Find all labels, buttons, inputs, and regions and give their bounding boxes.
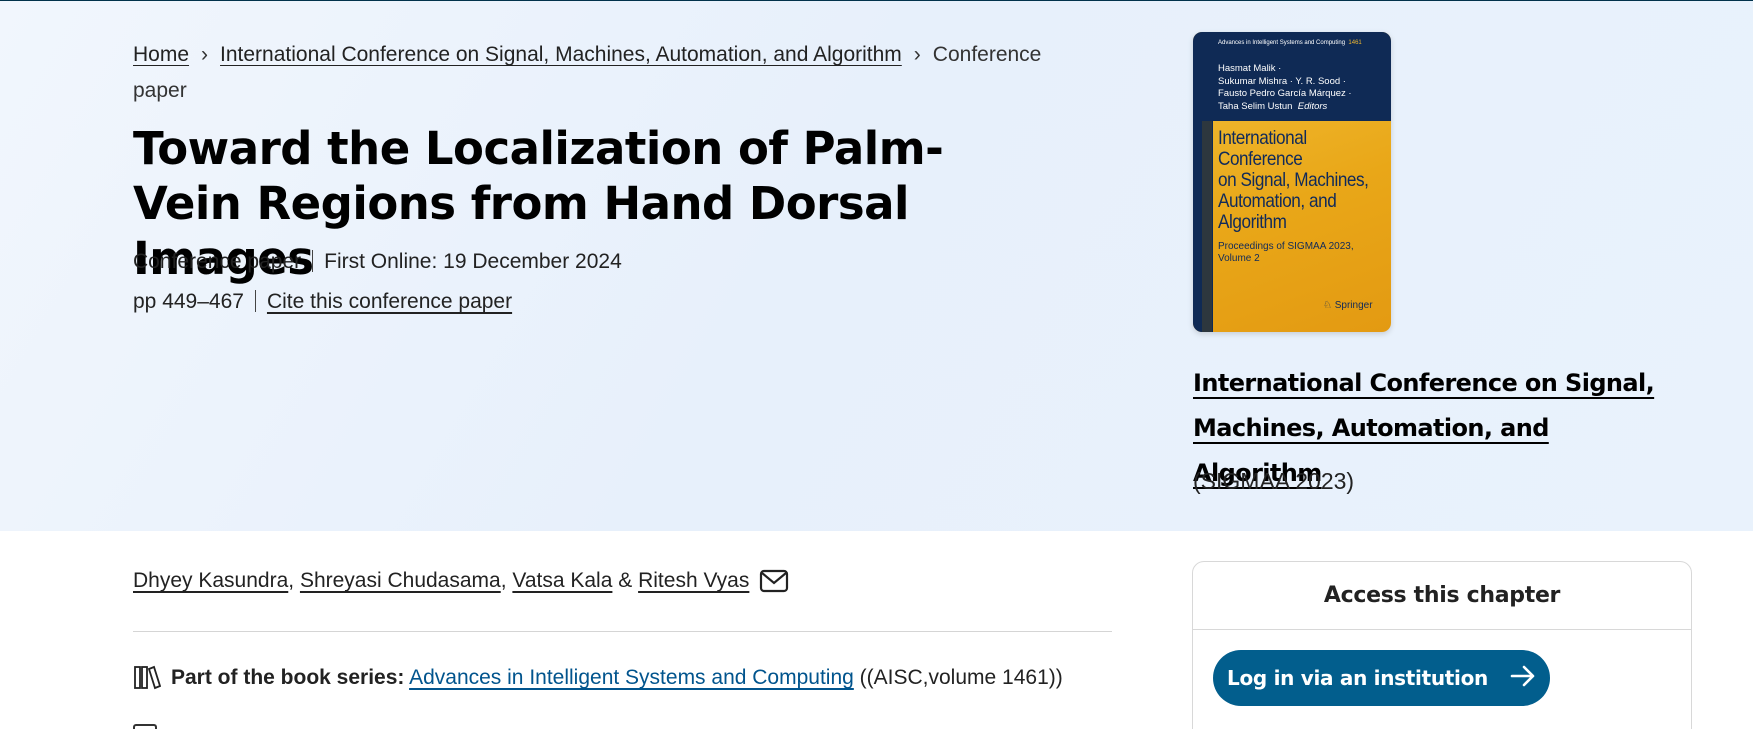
author-separator: , (288, 569, 300, 592)
cover-title: International Conference on Signal, Mach… (1218, 127, 1369, 233)
book-series-line: Part of the book series: Advances in Int… (133, 663, 1063, 699)
book-series-label: Part of the book series: (171, 666, 405, 689)
partial-icon (133, 724, 157, 729)
cover-series-name: Advances in Intelligent Systems and Comp… (1218, 40, 1346, 46)
access-heading: Access this chapter (1193, 562, 1691, 630)
books-icon (133, 664, 162, 699)
conference-acronym: (SIGMAA 2023) (1193, 468, 1355, 494)
paper-type: Conference paper (133, 250, 302, 273)
email-icon[interactable] (759, 569, 789, 602)
divider (312, 250, 314, 272)
author-link[interactable]: Ritesh Vyas (638, 569, 749, 592)
divider (254, 290, 256, 312)
cite-link[interactable]: Cite this conference paper (267, 290, 512, 313)
book-cover[interactable]: Advances in Intelligent Systems and Comp… (1193, 32, 1391, 332)
cover-editor: Fausto Pedro García Márquez · (1218, 88, 1352, 99)
paper-pages-row: pp 449–467 Cite this conference paper (133, 287, 512, 317)
author-separator: , (500, 569, 513, 592)
cover-subtitle: Proceedings of SIGMAA 2023, Volume 2 (1218, 241, 1354, 264)
author-link[interactable]: Shreyasi Chudasama (300, 569, 501, 592)
chevron-right-icon: › (913, 43, 921, 66)
first-online: First Online: 19 December 2024 (324, 250, 622, 273)
arrow-right-icon (1510, 665, 1536, 692)
cover-editor: Taha Selim Ustun Editors (1218, 100, 1328, 112)
cover-spine-shade (1202, 121, 1212, 332)
breadcrumb-conference-link[interactable]: International Conference on Signal, Mach… (220, 43, 902, 66)
book-series-link[interactable]: Advances in Intelligent Systems and Comp… (409, 666, 854, 689)
cover-series: Advances in Intelligent Systems and Comp… (1218, 40, 1362, 46)
cover-editor: Hasmat Malik · (1218, 63, 1282, 74)
access-panel: Access this chapter Log in via an instit… (1192, 561, 1692, 729)
author-link[interactable]: Dhyey Kasundra (133, 569, 288, 592)
login-button-label: Log in via an institution (1227, 666, 1488, 690)
paper-meta: Conference paper First Online: 19 Decembe… (133, 247, 622, 277)
cover-editor: Sukumar Mishra · Y. R. Sood · (1218, 75, 1346, 87)
cover-editors: Hasmat Malik · Sukumar Mishra · Y. R. So… (1218, 63, 1352, 113)
author-link[interactable]: Vatsa Kala (512, 569, 612, 592)
author-list: Dhyey Kasundra, Shreyasi Chudasama, Vats… (133, 566, 789, 602)
cover-volume: 1461 (1348, 40, 1362, 46)
chevron-right-icon: › (201, 43, 209, 66)
page-range: pp 449–467 (133, 290, 244, 313)
divider (133, 631, 1112, 632)
springer-logo: ♘ Springer (1323, 300, 1373, 311)
article-header: Home › International Conference on Signal,… (0, 1, 1753, 531)
institution-login-button[interactable]: Log in via an institution (1213, 650, 1550, 706)
springer-horse-icon: ♘ (1323, 300, 1332, 311)
book-series-volume: ((AISC,volume 1461)) (859, 666, 1063, 689)
breadcrumb-home-link[interactable]: Home (133, 43, 189, 66)
author-separator: & (612, 569, 639, 592)
breadcrumb: Home › International Conference on Signal,… (133, 37, 1083, 109)
